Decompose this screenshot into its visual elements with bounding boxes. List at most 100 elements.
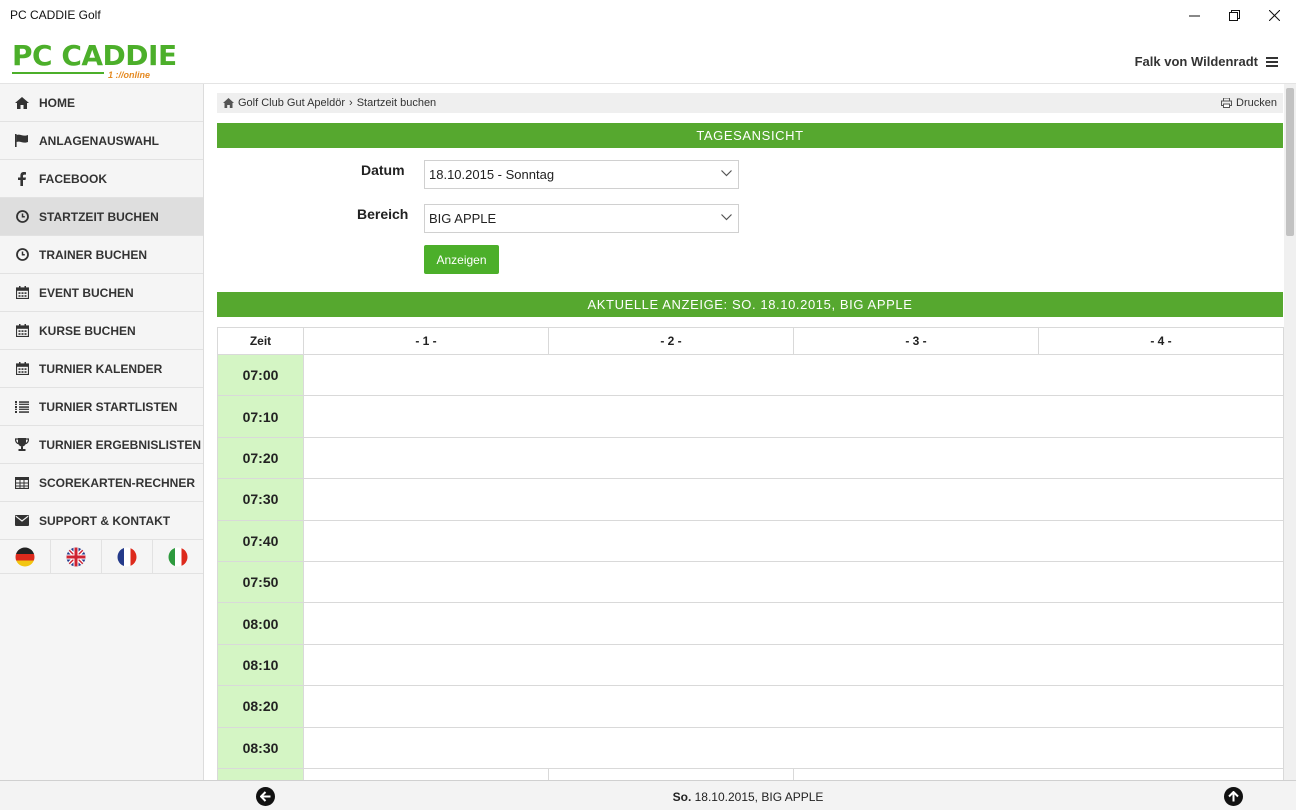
minimize-button[interactable] [1174,4,1214,26]
arrow-up-icon [1228,791,1239,802]
sidebar-item-support-kontakt[interactable]: SUPPORT & KONTAKT [0,502,203,540]
language-flags [0,540,203,574]
user-name: Falk von Wildenradt [1134,54,1258,69]
sidebar-item-turnier-ergebnislisten[interactable]: TURNIER ERGEBNISLISTEN [0,426,203,464]
pc-caddie-logo[interactable]: PC CADDIE 1 ://online [12,39,177,80]
sidebar-item-label: FACEBOOK [39,171,108,186]
breadcrumb-separator: › [349,97,353,109]
datum-select[interactable]: 18.10.2015 - Sonntag [424,160,739,189]
tagesansicht-heading: TAGESANSICHT [217,123,1283,148]
sidebar-item-turnier-startlisten[interactable]: TURNIER STARTLISTEN [0,388,203,426]
bereich-select-value: BIG APPLE [429,211,497,226]
slot-cell[interactable] [303,395,1284,438]
scrollbar-thumb[interactable] [1286,88,1294,236]
tee-time-grid: Zeit - 1 - - 2 - - 3 - - 4 - 07:00 07:10… [217,327,1284,810]
table-row: 07:20 [217,436,1284,480]
bereich-select[interactable]: BIG APPLE [424,204,739,233]
sidebar-item-kurse-buchen[interactable]: KURSE BUCHEN [0,312,203,350]
sidebar-item-label: SCOREKARTEN-RECHNER [39,475,196,490]
calendar-icon [14,362,30,375]
table-row: 07:10 [217,395,1284,438]
time-cell: 07:40 [217,519,304,562]
table-row: 08:10 [217,643,1284,687]
footer-day: So. [672,790,692,804]
sidebar-item-event-buchen[interactable]: EVENT BUCHEN [0,274,203,312]
grid-header-row: Zeit - 1 - - 2 - - 3 - - 4 - [217,327,1284,355]
current-display-heading: AKTUELLE ANZEIGE: SO. 18.10.2015, BIG AP… [217,292,1283,317]
sidebar-item-trainer-buchen[interactable]: TRAINER BUCHEN [0,236,203,274]
col-header-3: - 3 - [793,327,1039,355]
table-row: 07:50 [217,560,1284,604]
print-button[interactable]: Drucken [1221,97,1277,109]
slot-cell[interactable] [303,436,1284,480]
app-header: PC CADDIE 1 ://online Falk von Wildenrad… [0,30,1296,84]
slot-cell[interactable] [303,519,1284,562]
sidebar-item-label: TRAINER BUCHEN [39,247,147,262]
german-flag-icon [15,547,35,566]
slot-cell[interactable] [303,602,1284,645]
footer-status: So. 18.10.2015, BIG APPLE [0,790,1296,804]
list-icon [14,400,30,413]
calendar-icon [14,324,30,337]
trophy-icon [14,438,30,451]
facebook-icon [14,171,30,186]
table-row: 08:20 [217,685,1284,728]
sidebar-item-label: KURSE BUCHEN [39,323,136,338]
sidebar-item-label: SUPPORT & KONTAKT [39,513,171,528]
user-menu[interactable]: Falk von Wildenradt [1135,54,1278,69]
sidebar-item-turnier-kalender[interactable]: TURNIER KALENDER [0,350,203,388]
sidebar-item-label: EVENT BUCHEN [39,285,134,300]
sidebar-nav: HOME ANLAGENAUSWAHL FACEBOOK STARTZEIT B… [0,84,204,780]
flag-icon [14,134,30,147]
col-header-zeit: Zeit [217,327,304,355]
slot-cell[interactable] [303,560,1284,604]
slot-cell[interactable] [303,643,1284,687]
language-de[interactable] [0,540,51,573]
time-cell: 07:20 [217,436,304,480]
logo-text: PC CADDIE [12,39,177,72]
anzeigen-button[interactable]: Anzeigen [424,245,499,274]
time-cell: 07:30 [217,478,304,521]
slot-cell[interactable] [303,726,1284,769]
table-row: 07:40 [217,519,1284,562]
italian-flag-icon [168,547,188,566]
language-fr[interactable] [102,540,153,573]
home-icon [223,98,234,108]
scroll-top-button[interactable] [1224,787,1243,806]
breadcrumb-club-link[interactable]: Golf Club Gut Apeldör [238,97,345,109]
window-titlebar: PC CADDIE Golf [0,0,1296,30]
restore-button[interactable] [1214,4,1254,26]
sidebar-item-label: TURNIER STARTLISTEN [39,399,178,414]
close-button[interactable] [1254,4,1294,26]
language-it[interactable] [153,540,203,573]
col-header-1: - 1 - [303,327,549,355]
sidebar-item-home[interactable]: HOME [0,84,203,122]
sidebar-item-label: TURNIER ERGEBNISLISTEN [39,437,202,452]
col-header-2: - 2 - [548,327,794,355]
sidebar-item-facebook[interactable]: FACEBOOK [0,160,203,198]
time-cell: 07:00 [217,353,304,397]
sidebar-item-startzeit-buchen[interactable]: STARTZEIT BUCHEN [0,198,203,236]
time-cell: 07:50 [217,560,304,604]
time-cell: 08:10 [217,643,304,687]
clock-icon [14,248,30,261]
sidebar-item-label: ANLAGENAUSWAHL [39,133,159,148]
col-header-4: - 4 - [1038,327,1284,355]
sidebar-item-scorekarten-rechner[interactable]: SCOREKARTEN-RECHNER [0,464,203,502]
slot-cell[interactable] [303,478,1284,521]
table-row: 08:00 [217,602,1284,645]
slot-cell[interactable] [303,685,1284,728]
logo-subtitle: 1 ://online [108,70,151,80]
hamburger-menu-icon[interactable] [1266,56,1278,67]
vertical-scrollbar[interactable] [1284,84,1296,780]
calendar-icon [14,286,30,299]
table-row: 08:30 [217,726,1284,769]
sidebar-item-anlagenauswahl[interactable]: ANLAGENAUSWAHL [0,122,203,160]
table-icon [14,476,30,489]
table-row: 07:00 [217,353,1284,397]
slot-cell[interactable] [303,353,1284,397]
envelope-icon [14,515,30,526]
language-en[interactable] [51,540,102,573]
datum-select-value: 18.10.2015 - Sonntag [429,167,555,182]
time-cell: 08:30 [217,726,304,769]
